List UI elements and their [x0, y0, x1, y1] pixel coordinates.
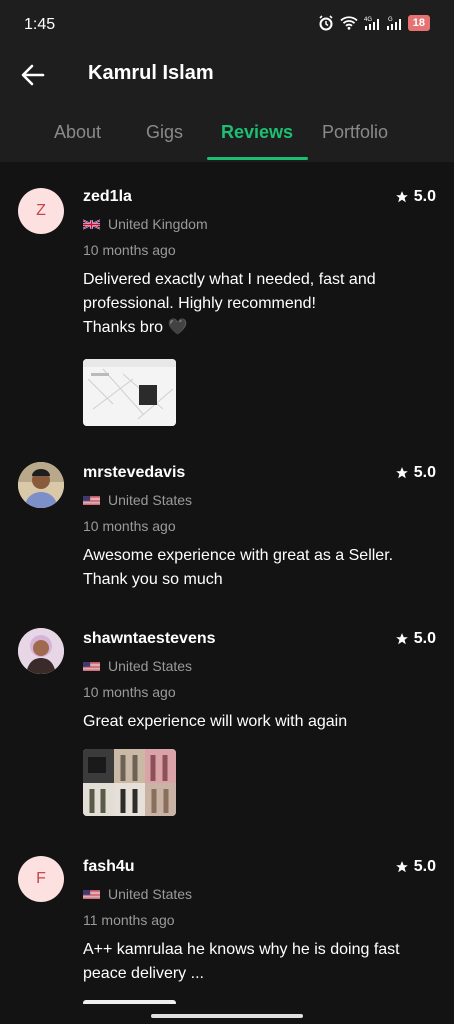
- country-name: United States: [108, 492, 193, 508]
- reviewer-country: United States: [83, 886, 192, 902]
- app-bar: Kamrul Islam About Gigs Reviews Portfoli…: [0, 50, 454, 162]
- signal-4g-icon: 4G: [364, 17, 379, 30]
- review-text: Great experience will work with again: [83, 710, 433, 734]
- user-photo: [18, 628, 64, 674]
- status-bar: 1:45 4G G 18: [0, 0, 454, 50]
- reviewer-username[interactable]: fash4u: [83, 858, 135, 876]
- star-icon: [395, 191, 408, 203]
- avatar[interactable]: F: [18, 856, 64, 902]
- reviewer-username[interactable]: zed1la: [83, 188, 132, 206]
- avatar[interactable]: Z: [18, 188, 64, 234]
- rating: 5.0: [395, 464, 436, 482]
- review-text-line: Great experience will work with again: [83, 713, 348, 730]
- review-text-line: A++ kamrulaa he knows why he is doing fa…: [83, 941, 400, 958]
- review-attachment-image[interactable]: [83, 359, 176, 426]
- home-indicator[interactable]: [151, 1014, 303, 1018]
- user-photo: [18, 462, 64, 508]
- tab-about[interactable]: About: [54, 122, 101, 143]
- alarm-icon: [319, 15, 333, 31]
- review-text-line: Awesome experience with great as a Selle…: [83, 547, 394, 564]
- rating-value: 5.0: [413, 630, 436, 647]
- rating-value: 5.0: [413, 188, 436, 205]
- reviewer-country: United States: [83, 658, 192, 674]
- reviewer-country: United States: [83, 492, 192, 508]
- review-time: 10 months ago: [83, 684, 176, 700]
- map-screenshot-thumbnail: [83, 359, 176, 426]
- reviewer-country: United Kingdom: [83, 216, 208, 232]
- rating-value: 5.0: [413, 464, 436, 481]
- review-time: 10 months ago: [83, 518, 176, 534]
- signal-icon: G: [386, 17, 401, 30]
- review-time: 11 months ago: [83, 912, 175, 928]
- rating: 5.0: [395, 630, 436, 648]
- review-text-line: Thank you so much: [83, 571, 223, 588]
- tab-active-indicator: [207, 157, 308, 160]
- review-attachment-image[interactable]: [83, 749, 176, 816]
- page-title: Kamrul Islam: [88, 62, 214, 84]
- rating-value: 5.0: [413, 858, 436, 875]
- rating: 5.0: [395, 858, 436, 876]
- review-text: Awesome experience with great as a Selle…: [83, 544, 433, 592]
- review-text-line: professional. Highly recommend!: [83, 295, 316, 312]
- country-name: United Kingdom: [108, 216, 208, 232]
- review-text-line: Delivered exactly what I needed, fast an…: [83, 271, 376, 288]
- arrow-left-icon[interactable]: [20, 62, 46, 88]
- review-text: Delivered exactly what I needed, fast an…: [83, 268, 433, 340]
- tab-gigs[interactable]: Gigs: [146, 122, 183, 143]
- us-flag-icon: [83, 889, 100, 899]
- tab-reviews[interactable]: Reviews: [221, 122, 293, 143]
- review-time: 10 months ago: [83, 242, 176, 258]
- fashion-collage-thumbnail: [83, 749, 176, 816]
- review-text-line: Thanks bro 🖤: [83, 319, 188, 336]
- avatar[interactable]: [18, 628, 64, 674]
- star-icon: [395, 633, 408, 645]
- wifi-icon: [340, 16, 358, 30]
- review-text: A++ kamrulaa he knows why he is doing fa…: [83, 938, 433, 986]
- uk-flag-icon: [83, 218, 100, 230]
- svg-text:G: G: [388, 17, 393, 23]
- avatar[interactable]: [18, 462, 64, 508]
- star-icon: [395, 467, 408, 479]
- reviewer-username[interactable]: shawntaestevens: [83, 630, 216, 648]
- review-text-line: peace delivery ...: [83, 965, 204, 982]
- tab-bar: About Gigs Reviews Portfolio: [0, 122, 454, 162]
- status-time: 1:45: [24, 16, 56, 33]
- us-flag-icon: [83, 495, 100, 505]
- star-icon: [395, 861, 408, 873]
- tab-portfolio[interactable]: Portfolio: [322, 122, 388, 143]
- us-flag-icon: [83, 661, 100, 671]
- battery-icon: 18: [407, 15, 430, 31]
- rating: 5.0: [395, 188, 436, 206]
- country-name: United States: [108, 886, 193, 902]
- status-icons: 4G G 18: [318, 15, 430, 31]
- svg-text:4G: 4G: [364, 17, 372, 23]
- reviewer-username[interactable]: mrstevedavis: [83, 464, 185, 482]
- country-name: United States: [108, 658, 193, 674]
